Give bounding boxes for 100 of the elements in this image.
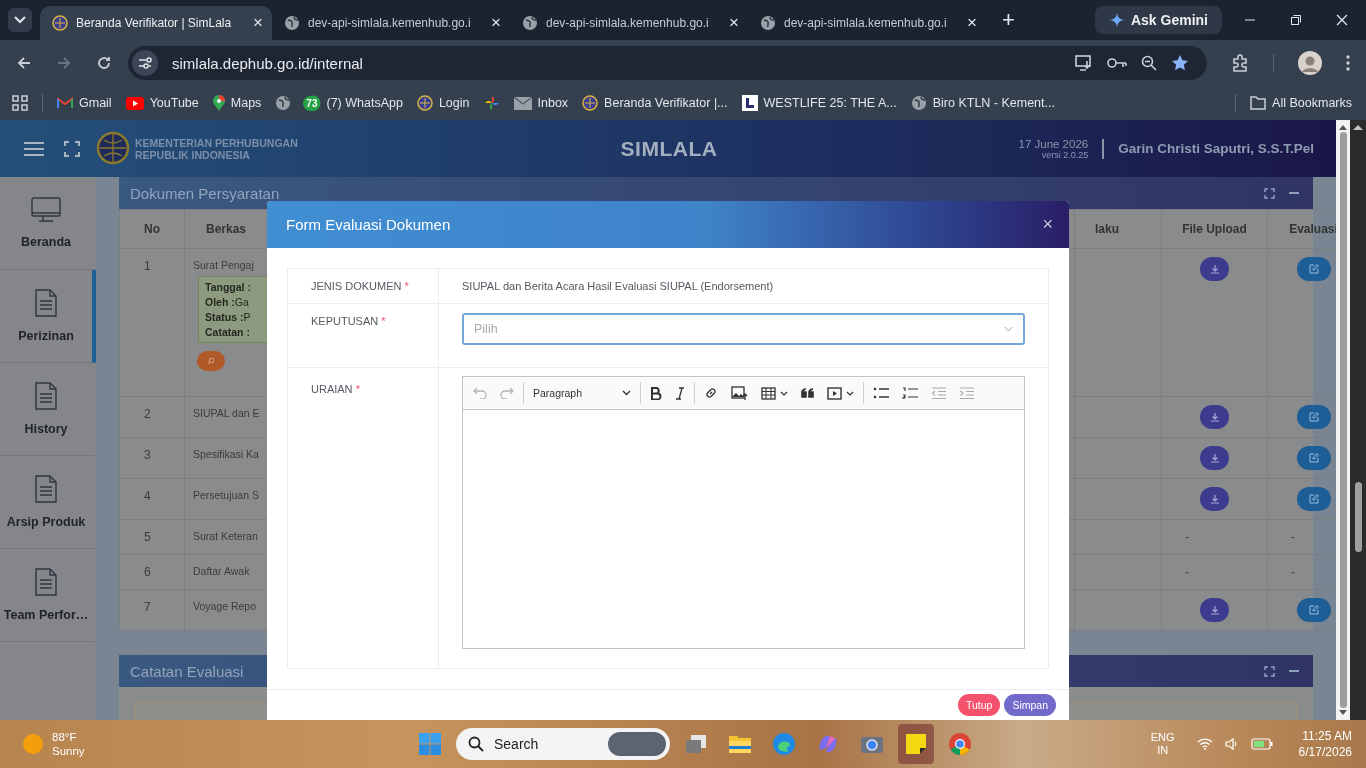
column-header: No: [119, 209, 185, 249]
browser-tab[interactable]: dev-api-simlala.kemenhub.go.i ×: [748, 6, 986, 40]
taskbar-app[interactable]: [898, 724, 934, 764]
pinwheel-icon: [483, 95, 500, 111]
insert-table-dropdown[interactable]: [761, 386, 788, 400]
browser-tab[interactable]: dev-api-simlala.kemenhub.go.i ×: [510, 6, 748, 40]
folder-icon: [728, 734, 752, 754]
globe-icon: [760, 15, 776, 31]
reload-icon[interactable]: [96, 55, 112, 71]
bookmark[interactable]: Maps: [212, 95, 262, 111]
bookmark[interactable]: 73 (7) WhatsApp: [305, 95, 403, 111]
volume-icon[interactable]: [1224, 737, 1239, 751]
install-app-icon[interactable]: [1075, 55, 1093, 71]
download-button[interactable]: [1200, 598, 1229, 622]
scroll-thumb[interactable]: [1354, 482, 1362, 552]
bookmark[interactable]: Login: [416, 95, 470, 111]
restore-icon[interactable]: [1290, 14, 1302, 26]
organization-name: REPUBLIK INDONESIA: [135, 148, 251, 161]
bookmark[interactable]: [275, 95, 292, 111]
bookmark[interactable]: YouTube: [125, 96, 199, 110]
document-icon: [35, 475, 57, 503]
site-settings-icon[interactable]: [132, 50, 158, 76]
close-button[interactable]: ×: [1042, 214, 1053, 235]
bookmark[interactable]: Inbox: [513, 96, 569, 110]
quote-icon[interactable]: [801, 388, 814, 398]
tab-close-button[interactable]: ×: [964, 13, 980, 33]
document-name: Persetujuan S: [193, 489, 260, 501]
tab-search-button[interactable]: [8, 8, 32, 32]
block-format-dropdown[interactable]: Paragraph: [533, 387, 631, 399]
row-number: 2: [144, 407, 151, 421]
zoom-out-icon[interactable]: [1141, 55, 1157, 71]
insert-media-dropdown[interactable]: [827, 386, 854, 400]
download-icon: [1209, 605, 1220, 615]
bookmark[interactable]: Beranda Verifikator |...: [582, 95, 728, 111]
menu-icon[interactable]: [24, 141, 44, 156]
bold-icon[interactable]: [650, 386, 662, 400]
tab-close-button[interactable]: ×: [488, 13, 504, 33]
save-button[interactable]: Simpan: [1004, 694, 1056, 716]
bookmark[interactable]: WESTLIFE 25: THE A...: [741, 95, 897, 111]
fullscreen-icon[interactable]: [1264, 665, 1275, 677]
scroll-down-icon[interactable]: [1339, 710, 1347, 716]
puzzle-piece-icon[interactable]: [1231, 54, 1249, 72]
numbered-list-icon[interactable]: [902, 387, 918, 399]
link-icon[interactable]: [704, 386, 718, 400]
tab-close-button[interactable]: ×: [250, 13, 266, 33]
fullscreen-icon[interactable]: [1264, 187, 1275, 199]
download-button[interactable]: [1200, 487, 1229, 511]
apps-grid-icon[interactable]: [12, 95, 28, 111]
caret-icon: [846, 390, 854, 396]
fullscreen-icon[interactable]: [64, 140, 80, 157]
card-title: Catatan Evaluasi: [130, 662, 244, 680]
chevron-down-icon: [1004, 326, 1013, 332]
clock[interactable]: 11:25 AM 6/17/2026: [1298, 728, 1352, 760]
empty-value: -: [1291, 565, 1295, 579]
edit-icon: [1308, 494, 1319, 504]
browser-tab[interactable]: dev-api-simlala.kemenhub.go.i ×: [272, 6, 510, 40]
sidebar-item[interactable]: Team Perfor…: [0, 549, 96, 642]
sidebar-item[interactable]: Beranda: [0, 177, 96, 270]
start-icon[interactable]: [418, 732, 442, 756]
envelope-icon: [513, 96, 532, 110]
download-button[interactable]: [1200, 257, 1229, 281]
italic-icon[interactable]: [675, 386, 685, 400]
bookmark[interactable]: [483, 95, 500, 111]
scrollbar[interactable]: [1336, 120, 1350, 720]
download-button[interactable]: [1200, 446, 1229, 470]
minimize-icon[interactable]: [1289, 191, 1299, 195]
card-title: Dokumen Persyaratan: [130, 184, 280, 202]
download-button[interactable]: [1200, 405, 1229, 429]
sticky-note-icon: [905, 733, 927, 755]
tab-close-button[interactable]: ×: [726, 13, 742, 33]
browser-tab[interactable]: Beranda Verifikator | SimLala ×: [40, 6, 272, 40]
wifi-icon[interactable]: [1196, 738, 1213, 750]
ask-gemini-button[interactable]: Ask Gemini: [1094, 6, 1222, 34]
organization-name: KEMENTERIAN PERHUBUNGAN: [135, 136, 298, 149]
insert-image-icon[interactable]: [731, 385, 748, 401]
address-bar[interactable]: simlala.dephub.go.id/internal: [128, 46, 1207, 80]
profile-avatar-icon[interactable]: [1298, 51, 1322, 75]
sidebar-item[interactable]: Arsip Produk: [0, 456, 96, 549]
new-tab-button[interactable]: +: [998, 7, 1019, 33]
row-number: 3: [144, 448, 151, 462]
star-icon[interactable]: [1171, 54, 1189, 72]
bookmark[interactable]: Gmail: [57, 96, 112, 110]
bookmark[interactable]: Biro KTLN - Kement...: [910, 95, 1055, 111]
bulleted-list-icon[interactable]: [873, 387, 889, 399]
sidebar-item[interactable]: History: [0, 363, 96, 456]
user-name[interactable]: Garin Christi Saputri, S.S.T.Pel: [1118, 141, 1314, 156]
back-arrow-icon[interactable]: [16, 55, 32, 71]
sidebar-item[interactable]: Perizinan: [0, 270, 96, 363]
emblem-logo-icon: [96, 130, 130, 167]
close-icon[interactable]: [1336, 14, 1348, 26]
battery-icon[interactable]: [1250, 738, 1273, 750]
emblem-icon: [582, 95, 599, 111]
key-icon[interactable]: [1107, 57, 1127, 69]
all-bookmarks-button[interactable]: All Bookmarks: [1250, 96, 1352, 110]
more-menu-icon[interactable]: [1346, 55, 1350, 71]
minimize-icon[interactable]: [1289, 669, 1299, 673]
scrollbar[interactable]: [1350, 120, 1366, 720]
document-icon: [35, 382, 57, 410]
scroll-thumb[interactable]: [1339, 132, 1347, 708]
search-field[interactable]: Search: [456, 728, 670, 760]
